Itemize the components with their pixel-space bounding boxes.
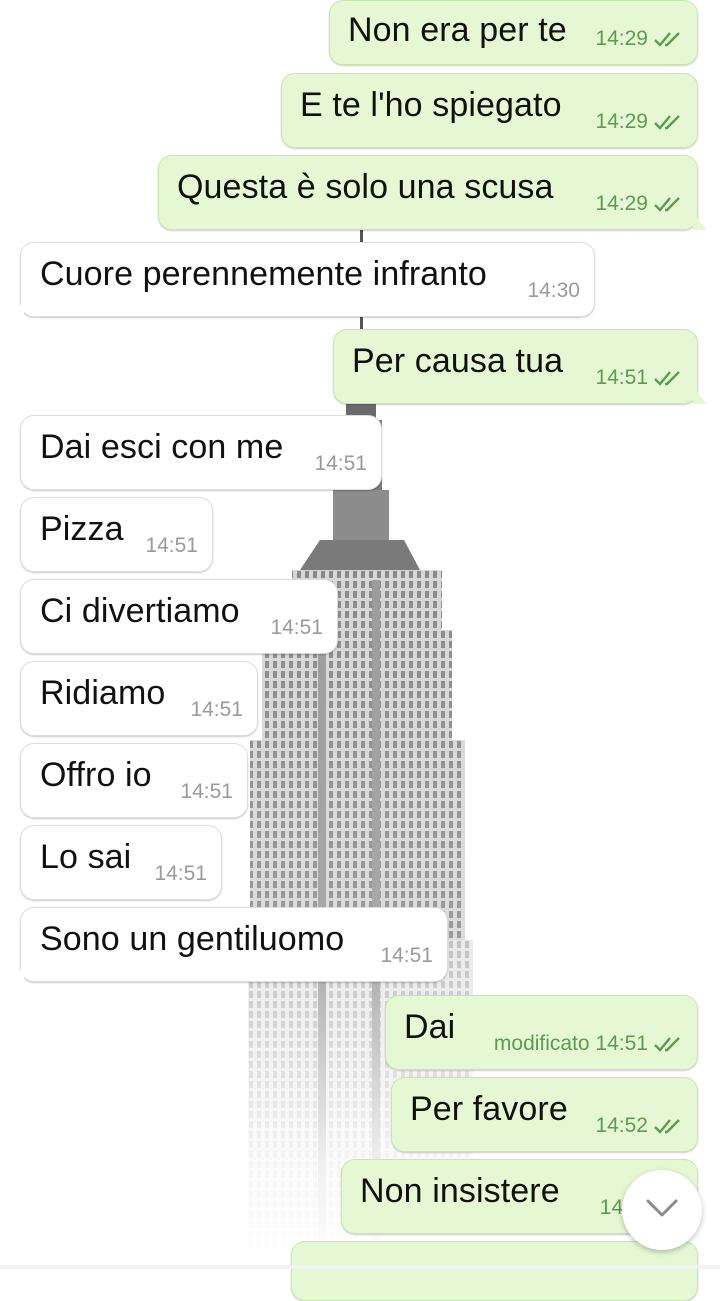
message-incoming[interactable]: Pizza 14:51 xyxy=(20,497,213,572)
read-double-check-icon xyxy=(653,1116,685,1136)
message-incoming[interactable]: Ridiamo 14:51 xyxy=(20,661,258,736)
message-text: Dai esci con me xyxy=(40,428,284,466)
message-time: 14:51 xyxy=(154,862,207,885)
message-outgoing[interactable]: Non era per te 14:29 xyxy=(329,0,698,65)
scroll-to-bottom-button[interactable] xyxy=(622,1170,702,1250)
read-double-check-icon xyxy=(653,112,685,132)
chat-message-list[interactable]: Non era per te 14:29 E te l'ho spiegato … xyxy=(0,0,720,1301)
message-incoming[interactable]: Ci divertiamo 14:51 xyxy=(20,579,338,654)
message-text: Per favore xyxy=(410,1090,568,1128)
message-text: Lo sai xyxy=(40,838,132,876)
bubble-tail xyxy=(693,388,707,404)
message-time: 14:51 xyxy=(595,366,648,389)
message-time: 14:51 xyxy=(180,780,233,803)
message-text: Non insistere xyxy=(360,1172,560,1210)
message-text: Dai xyxy=(404,1008,456,1046)
message-text: Cuore perennemente infranto xyxy=(40,255,487,293)
message-time: 14:29 xyxy=(595,110,648,133)
message-text: Per causa tua xyxy=(352,342,564,380)
read-double-check-icon xyxy=(653,194,685,214)
message-outgoing-partial[interactable] xyxy=(291,1241,698,1301)
message-time: 14:51 xyxy=(270,616,323,639)
bubble-tail xyxy=(693,214,707,230)
message-text: Pizza xyxy=(40,510,124,548)
message-outgoing[interactable]: Questa è solo una scusa 14:29 xyxy=(158,155,707,230)
message-text: Ci divertiamo xyxy=(40,592,240,630)
message-incoming[interactable]: Dai esci con me 14:51 xyxy=(20,415,382,490)
message-text: E te l'ho spiegato xyxy=(300,86,562,124)
chevron-down-icon xyxy=(645,1198,679,1223)
message-outgoing[interactable]: Per causa tua 14:51 xyxy=(333,329,707,404)
message-time: 14:29 xyxy=(595,192,648,215)
message-outgoing[interactable]: E te l'ho spiegato 14:29 xyxy=(281,73,698,148)
message-incoming[interactable]: Lo sai 14:51 xyxy=(20,825,222,900)
message-incoming[interactable]: Cuore perennemente infranto 14:30 xyxy=(10,242,595,317)
message-time: 14:51 xyxy=(190,698,243,721)
message-time: 14:29 xyxy=(595,27,648,50)
message-text: Ridiamo xyxy=(40,674,166,712)
message-time: 14:30 xyxy=(527,279,580,302)
bubble-tail xyxy=(10,301,24,317)
read-double-check-icon xyxy=(653,368,685,388)
message-text: Sono un gentiluomo xyxy=(40,920,345,958)
read-double-check-icon xyxy=(653,29,685,49)
message-text: Questa è solo una scusa xyxy=(177,168,554,206)
message-incoming[interactable]: Offro io 14:51 xyxy=(20,743,248,818)
message-time: 14:52 xyxy=(595,1114,648,1137)
message-time: 14:51 xyxy=(145,534,198,557)
message-incoming[interactable]: Sono un gentiluomo 14:51 xyxy=(10,907,448,982)
message-outgoing[interactable]: Dai modificato 14:51 xyxy=(385,995,698,1070)
message-time: 14:51 xyxy=(314,452,367,475)
message-text: Offro io xyxy=(40,756,152,794)
message-time: 14:51 xyxy=(380,944,433,967)
message-text: Non era per te xyxy=(348,11,567,49)
read-double-check-icon xyxy=(653,1034,685,1054)
bubble-tail xyxy=(10,966,24,982)
message-outgoing[interactable]: Per favore 14:52 xyxy=(391,1077,698,1152)
message-time: modificato 14:51 xyxy=(493,1032,648,1055)
bottom-divider xyxy=(0,1265,720,1269)
